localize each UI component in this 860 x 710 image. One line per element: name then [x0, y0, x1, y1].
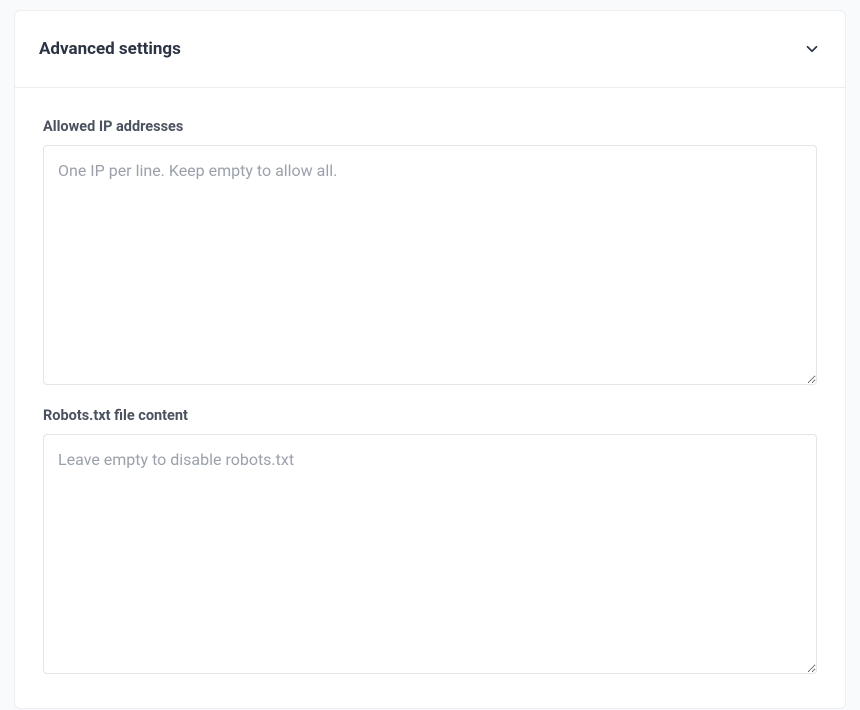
allowed-ips-label: Allowed IP addresses [43, 118, 817, 135]
allowed-ips-textarea[interactable] [43, 145, 817, 385]
robots-txt-textarea[interactable] [43, 434, 817, 674]
chevron-down-icon [803, 40, 821, 58]
advanced-settings-body: Allowed IP addresses Robots.txt file con… [15, 88, 845, 708]
robots-txt-label: Robots.txt file content [43, 407, 817, 424]
robots-txt-group: Robots.txt file content [43, 407, 817, 678]
advanced-settings-card: Advanced settings Allowed IP addresses R… [14, 10, 846, 709]
panel-title: Advanced settings [39, 39, 181, 59]
allowed-ips-group: Allowed IP addresses [43, 118, 817, 389]
advanced-settings-header[interactable]: Advanced settings [15, 11, 845, 88]
